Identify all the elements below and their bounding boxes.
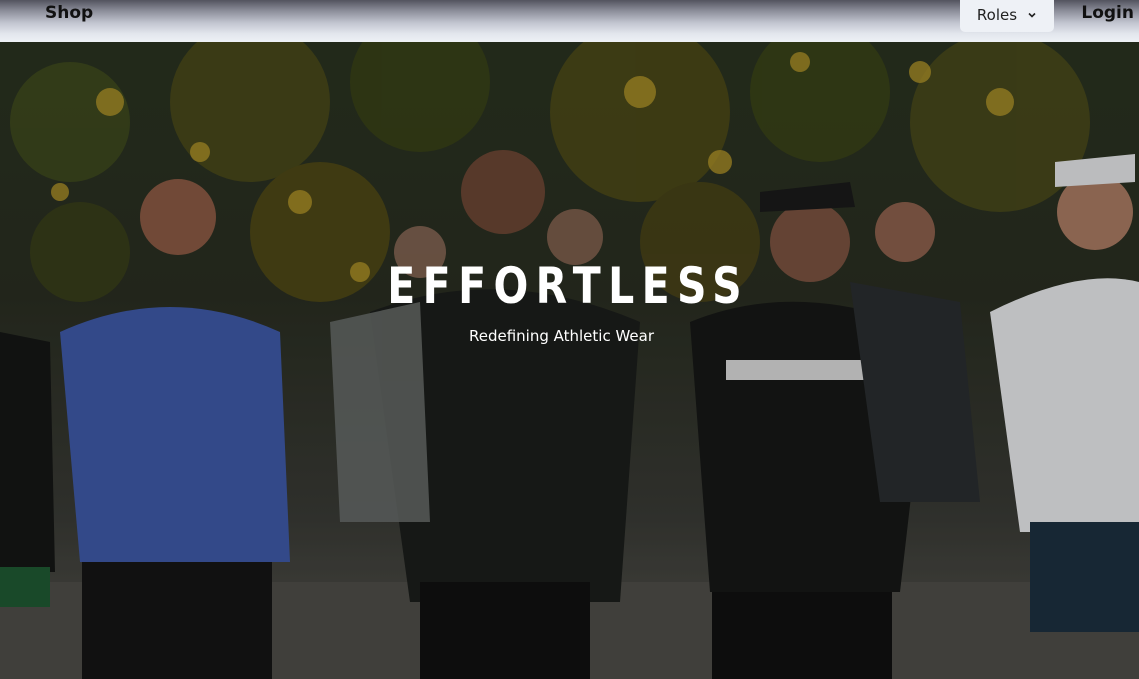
- hero-title: EFFORTLESS: [387, 257, 750, 315]
- runners-photo: [0, 42, 1139, 679]
- chevron-down-icon: [1028, 12, 1036, 18]
- hero-subtitle: Redefining Athletic Wear: [468, 327, 655, 345]
- brand-link[interactable]: Shop: [45, 3, 93, 23]
- roles-label: Roles: [976, 6, 1018, 24]
- roles-dropdown-button[interactable]: Roles: [960, 0, 1054, 32]
- login-link[interactable]: Login: [1081, 3, 1134, 23]
- top-navbar: Shop Roles Login: [0, 0, 1139, 42]
- hero-banner: EFFORTLESS Redefining Athletic Wear: [0, 42, 1139, 679]
